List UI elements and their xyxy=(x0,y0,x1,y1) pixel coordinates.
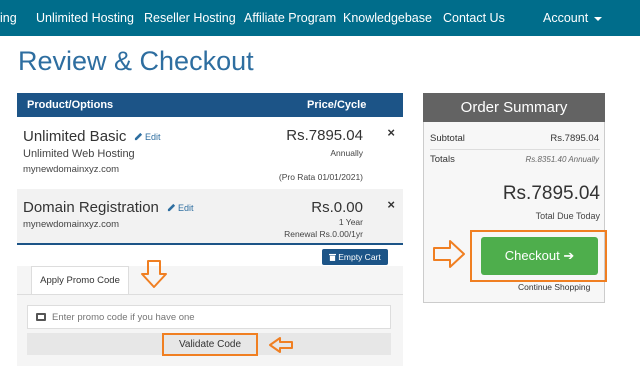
arrow-right-annotation-icon xyxy=(433,240,465,268)
nav-item-unlimited-hosting[interactable]: Unlimited Hosting xyxy=(36,0,134,36)
empty-cart-button[interactable]: Empty Cart xyxy=(322,249,388,265)
account-label: Account xyxy=(543,11,589,25)
item-subtitle: Unlimited Web Hosting xyxy=(23,148,135,160)
promo-code-input[interactable] xyxy=(27,305,391,329)
continue-shopping-link[interactable]: Continue Shopping xyxy=(518,282,590,292)
edit-link[interactable]: Edit xyxy=(134,132,161,142)
nav-item-knowledgebase[interactable]: Knowledgebase xyxy=(343,0,432,36)
caret-down-icon xyxy=(594,16,603,21)
item-name: Domain Registration xyxy=(23,199,159,216)
nav-item-hosting[interactable]: ing xyxy=(0,0,17,36)
total-due-amount: Rs.7895.04 xyxy=(502,183,600,204)
item-domain: mynewdomainxyz.com xyxy=(23,164,120,175)
trash-icon xyxy=(329,253,337,261)
pencil-icon xyxy=(134,132,143,141)
item-name: Unlimited Basic xyxy=(23,128,127,145)
order-summary-title: Order Summary xyxy=(423,93,605,122)
edit-label: Edit xyxy=(178,203,194,213)
item-prorata-note: (Pro Rata 01/01/2021) xyxy=(278,172,363,182)
ticket-icon xyxy=(36,313,46,321)
header-product-options: Product/Options xyxy=(27,99,114,111)
cart-item-domain-registration: Domain Registration Edit mynewdomainxyz.… xyxy=(17,189,403,245)
nav-item-reseller-hosting[interactable]: Reseller Hosting xyxy=(144,0,236,36)
remove-item-button[interactable]: × xyxy=(387,197,395,212)
cart-table-header: Product/Options Price/Cycle xyxy=(17,93,403,117)
edit-link[interactable]: Edit xyxy=(167,203,194,213)
cart-item-unlimited-basic: Unlimited Basic Edit Unlimited Web Hosti… xyxy=(17,117,403,189)
item-price: Rs.0.00 xyxy=(311,199,363,216)
nav-item-contact-us[interactable]: Contact Us xyxy=(443,0,505,36)
totals-label: Totals xyxy=(430,154,455,165)
item-price: Rs.7895.04 xyxy=(286,127,363,144)
top-navigation-bar: ing Unlimited Hosting Reseller Hosting A… xyxy=(0,0,640,36)
tab-apply-promo-code[interactable]: Apply Promo Code xyxy=(31,266,129,294)
checkout-label: Checkout xyxy=(504,248,560,263)
nav-item-account[interactable]: Account xyxy=(543,0,603,36)
remove-item-button[interactable]: × xyxy=(387,125,395,140)
checkout-button[interactable]: Checkout ➔ xyxy=(481,237,598,275)
pencil-icon xyxy=(167,203,176,212)
nav-item-affiliate-program[interactable]: Affiliate Program xyxy=(244,0,336,36)
summary-divider xyxy=(430,149,600,150)
subtotal-value: Rs.7895.04 xyxy=(550,133,599,144)
arrow-down-annotation-icon xyxy=(141,260,167,288)
page-title: Review & Checkout xyxy=(18,46,254,76)
empty-cart-label: Empty Cart xyxy=(338,252,381,262)
item-renewal: Renewal Rs.0.00/1yr xyxy=(284,229,363,239)
arrow-right-icon: ➔ xyxy=(563,248,575,263)
item-cycle: 1 Year xyxy=(338,217,363,227)
item-cycle: Annually xyxy=(330,148,363,158)
edit-label: Edit xyxy=(145,132,161,142)
totals-value: Rs.8351.40 Annually xyxy=(525,155,599,164)
header-price-cycle: Price/Cycle xyxy=(307,99,367,111)
subtotal-label: Subtotal xyxy=(430,133,465,144)
arrow-left-annotation-icon xyxy=(269,337,293,353)
validate-code-button[interactable]: Validate Code xyxy=(162,333,258,356)
item-domain: mynewdomainxyz.com xyxy=(23,219,120,230)
total-due-caption: Total Due Today xyxy=(535,211,600,221)
